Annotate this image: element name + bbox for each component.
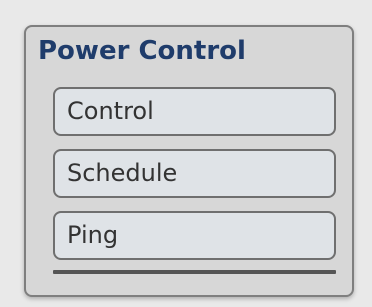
control-button-label: Control <box>67 97 154 125</box>
power-control-panel: Power Control Control Schedule Ping <box>24 25 354 297</box>
schedule-button[interactable]: Schedule <box>53 149 336 198</box>
schedule-button-label: Schedule <box>67 159 178 187</box>
ping-button[interactable]: Ping <box>53 211 336 260</box>
ping-button-label: Ping <box>67 221 119 249</box>
bottom-divider <box>53 270 336 274</box>
panel-title: Power Control <box>38 36 246 66</box>
control-button[interactable]: Control <box>53 87 336 136</box>
